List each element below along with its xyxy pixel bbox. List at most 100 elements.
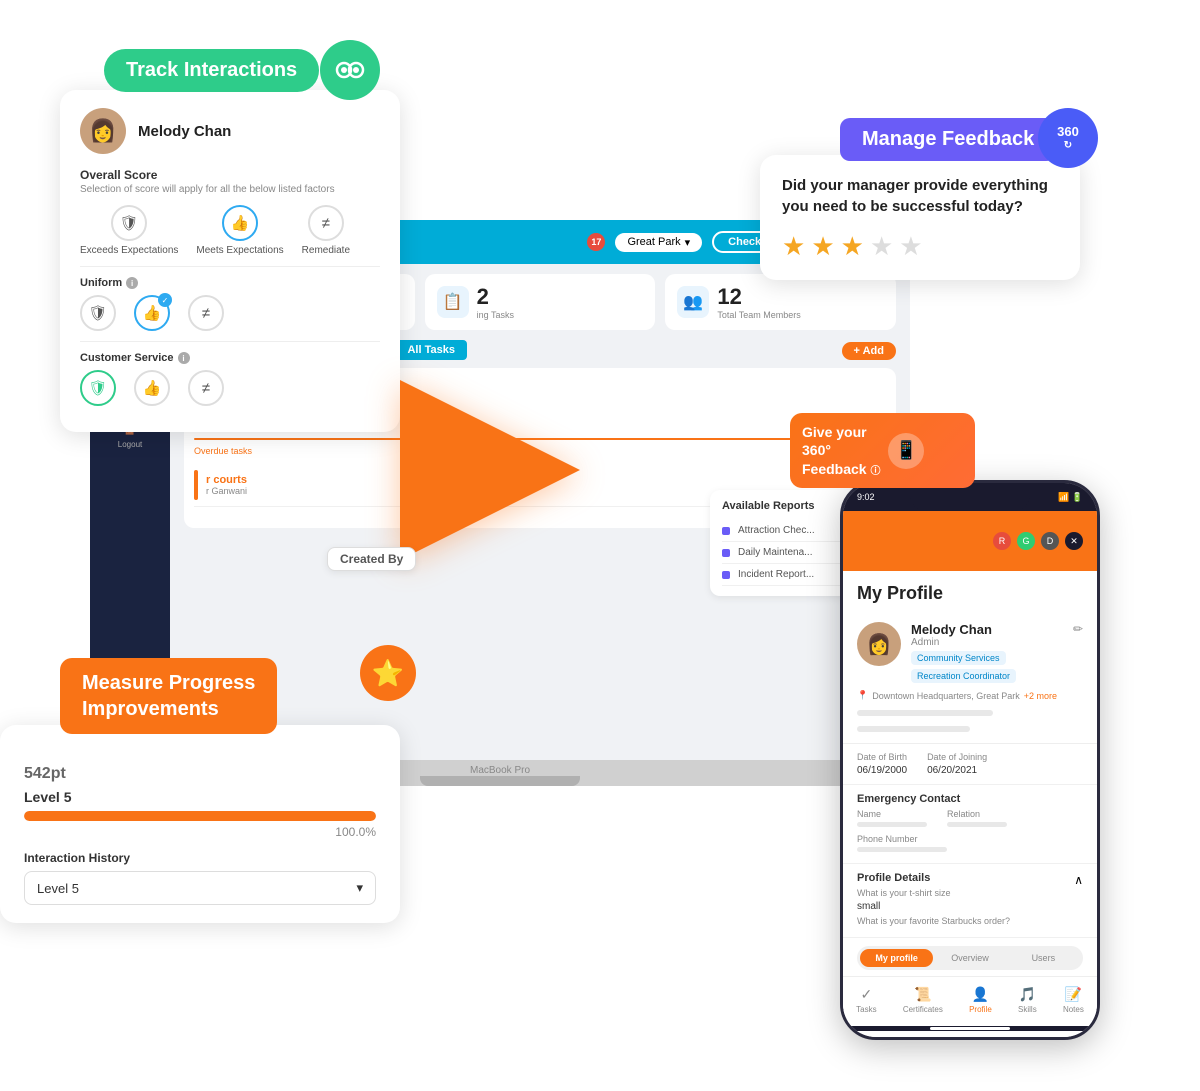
tasks-num: 2: [477, 284, 514, 310]
progress-pct: 100.0%: [24, 825, 376, 839]
phone-container: 9:02 📶 🔋 R G D ✕ My Profile: [840, 480, 1100, 1040]
phone-edit-icon[interactable]: ✏: [1073, 622, 1083, 636]
star-4[interactable]: ★: [870, 231, 893, 262]
meets-icon: 👍: [222, 205, 258, 241]
star-badge: ⭐: [360, 645, 416, 701]
phone-profile-area: My Profile 👩 Melody Chan Admin Community…: [843, 571, 1097, 1037]
phone-profile-details-title: Profile Details: [857, 872, 930, 884]
tab-all[interactable]: All Tasks: [395, 340, 467, 360]
feedback-question: Did your manager provide everything you …: [782, 175, 1058, 217]
feedback-360-phone-icon: 📱: [888, 433, 924, 469]
phone-q2: What is your favorite Starbucks order?: [857, 916, 1083, 926]
uniform-meets[interactable]: 👍✓: [134, 295, 170, 331]
phone-avatar: 👩: [857, 622, 901, 666]
star-3[interactable]: ★: [841, 231, 864, 262]
report-dot-2: [722, 549, 730, 557]
phone-role: Admin: [911, 637, 1063, 648]
feedback-360-banner[interactable]: Give your 360° Feedback ⓘ 📱: [790, 413, 975, 488]
uniform-exceeds[interactable]: 🛡: [80, 295, 116, 331]
divider: [80, 266, 380, 267]
task-title-1: r courts: [206, 474, 247, 486]
notification-badge: 17: [587, 233, 605, 251]
phone-nav-notes[interactable]: 📝 Notes: [1063, 986, 1084, 1014]
phone-home-indicator: [843, 1026, 1097, 1031]
phone-dob-label: Date of Birth: [857, 752, 907, 762]
phone-emergency-section: Emergency Contact Name Relation Phone Nu…: [843, 785, 1097, 864]
progress-bar-fill: [24, 811, 376, 821]
star-1[interactable]: ★: [782, 231, 805, 262]
phone-doj-label: Date of Joining: [927, 752, 987, 762]
phone-contact-placeholders: [857, 707, 1083, 719]
stat-tasks: 📋 2 ing Tasks: [425, 274, 656, 330]
phone-home-bar: [930, 1027, 1010, 1030]
team-label: Total Team Members: [717, 310, 800, 320]
play-button-overlay[interactable]: [400, 380, 580, 560]
badge-360: 360 ↻: [1038, 108, 1098, 168]
add-button[interactable]: + Add: [842, 342, 896, 360]
phone-badge-d: D: [1041, 532, 1059, 550]
stat-team: 👥 12 Total Team Members: [665, 274, 896, 330]
score-icons-row: 🛡 Exceeds Expectations 👍 Meets Expectati…: [80, 205, 380, 256]
uniform-remediate[interactable]: ≠: [188, 295, 224, 331]
person-name: Melody Chan: [138, 123, 231, 140]
task-owner-1: r Ganwani: [206, 486, 247, 496]
cs-exceeds[interactable]: 🛡: [80, 370, 116, 406]
cs-remediate[interactable]: ≠: [188, 370, 224, 406]
customer-service-row: Customer Service i 🛡 👍 ≠: [80, 352, 380, 406]
profile-info-row: 👩 Melody Chan Admin Community Services R…: [857, 622, 1083, 684]
tasks-icon: 📋: [437, 286, 469, 318]
phone-tab-myprofile[interactable]: My profile: [860, 949, 933, 967]
phone-profile-header: My Profile 👩 Melody Chan Admin Community…: [843, 571, 1097, 744]
interaction-history-label: Interaction History: [24, 851, 376, 865]
phone-person-name: Melody Chan: [911, 622, 1063, 637]
manage-feedback-badge: Manage Feedback: [840, 118, 1056, 161]
phone-bottom-nav: ✓ Tasks 📜 Certificates 👤 Profile 🎵 Skill…: [843, 976, 1097, 1026]
progress-card: 542pt Level 5 100.0% Interaction History…: [0, 725, 400, 923]
phone-doj-val: 06/20/2021: [927, 765, 987, 776]
score-remediate[interactable]: ≠ Remediate: [302, 205, 350, 256]
phone-tab-overview[interactable]: Overview: [933, 949, 1006, 967]
exceeds-icon: 🛡: [111, 205, 147, 241]
progress-points: 542pt: [24, 745, 376, 787]
tasks-label: ing Tasks: [477, 310, 514, 320]
phone-q1-ans: small: [857, 901, 1083, 912]
phone-badge-x: ✕: [1065, 532, 1083, 550]
phone-nav-skills[interactable]: 🎵 Skills: [1018, 986, 1037, 1014]
phone-tab-users[interactable]: Users: [1007, 949, 1080, 967]
team-icon: 👥: [677, 286, 709, 318]
feedback-360-text: Give your 360° Feedback ⓘ: [802, 423, 880, 478]
phone-nav-profile[interactable]: 👤 Profile: [969, 986, 992, 1014]
phone-collapse-icon[interactable]: ∧: [1074, 873, 1083, 887]
interaction-card: 👩 Melody Chan Overall Score Selection of…: [60, 90, 400, 432]
phone-badge-g: G: [1017, 532, 1035, 550]
cs-meets[interactable]: 👍: [134, 370, 170, 406]
info-icon2: i: [178, 352, 190, 364]
team-num: 12: [717, 284, 800, 310]
star-2[interactable]: ★: [811, 231, 834, 262]
overall-score-label: Overall Score: [80, 168, 380, 182]
report-dot-3: [722, 571, 730, 579]
score-exceeds[interactable]: 🛡 Exceeds Expectations: [80, 205, 178, 256]
feedback-info-icon: ⓘ: [870, 466, 880, 477]
phone-screen: 9:02 📶 🔋 R G D ✕ My Profile: [843, 483, 1097, 1037]
level-select[interactable]: Level 5 ▾: [24, 871, 376, 905]
measure-progress-badge: Measure Progress Improvements: [60, 658, 277, 734]
phone-nav-tasks[interactable]: ✓ Tasks: [856, 986, 876, 1014]
phone-nav-certificates[interactable]: 📜 Certificates: [903, 986, 943, 1014]
score-meets[interactable]: 👍 Meets Expectations: [196, 205, 283, 256]
phone-tabs: My profile Overview Users: [857, 946, 1083, 970]
phone-badge-r: R: [993, 532, 1011, 550]
star-5[interactable]: ★: [899, 231, 922, 262]
task-bar: [194, 470, 198, 500]
phone-dept1: Community Services: [911, 651, 1006, 665]
phone-q1: What is your t-shirt size: [857, 888, 1083, 898]
location-pill[interactable]: Great Park ▾: [615, 233, 702, 252]
uniform-row: Uniform i 🛡 👍✓ ≠: [80, 277, 380, 331]
stars-row: ★ ★ ★ ★ ★: [782, 231, 1058, 262]
phone-profile-details-section: Profile Details ∧ What is your t-shirt s…: [843, 864, 1097, 938]
phone-profile-title: My Profile: [857, 583, 943, 604]
feedback-card: Did your manager provide everything you …: [760, 155, 1080, 280]
track-interactions-icon: [320, 40, 380, 100]
track-interactions-badge: Track Interactions: [104, 49, 319, 92]
progress-level: Level 5: [24, 789, 376, 805]
